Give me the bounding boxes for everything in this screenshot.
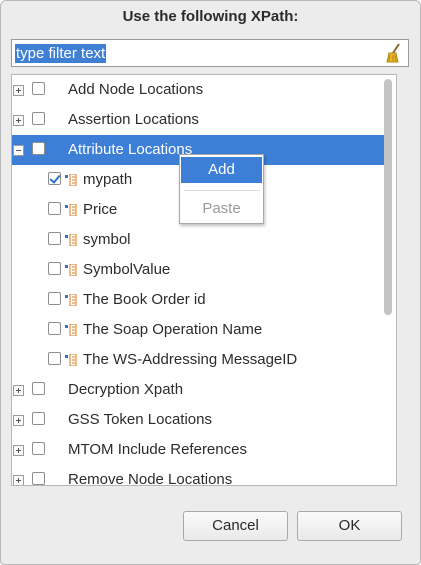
tree-item-book-order-id[interactable]: The Book Order id [12,285,385,315]
xpath-icon [65,263,77,277]
expand-icon[interactable] [13,85,24,96]
xpath-icon [65,293,77,307]
checkbox[interactable] [32,412,45,425]
tree-item-symbolvalue[interactable]: SymbolValue [12,255,385,285]
tree-item-label: GSS Token Locations [68,411,212,428]
context-menu: Add Paste [179,154,264,224]
tree-item-label: MTOM Include References [68,441,247,458]
ok-button[interactable]: OK [297,511,402,541]
expand-icon[interactable] [13,475,24,485]
checkbox[interactable] [32,472,45,485]
xpath-icon [65,233,77,247]
menu-item-paste[interactable]: Paste [181,196,262,222]
checkbox[interactable] [48,292,61,305]
dialog-title: Use the following XPath: [122,8,299,25]
tree-item-gss-token-locations[interactable]: GSS Token Locations [12,405,385,435]
checkbox[interactable] [48,352,61,365]
checkbox[interactable] [48,202,61,215]
tree-item-add-node-locations[interactable]: Add Node Locations [12,75,385,105]
tree-item-label: symbol [83,231,131,248]
xpath-icon [65,203,77,217]
checkbox[interactable] [32,82,45,95]
xpath-icon [65,353,77,367]
tree-item-label: The Soap Operation Name [83,321,263,338]
checkbox[interactable] [32,112,45,125]
tree-item-label: Decryption Xpath [68,381,184,398]
expand-icon[interactable] [13,445,24,456]
expand-icon[interactable] [13,385,24,396]
filter-input-text[interactable]: type filter text [15,44,107,63]
tree-item-label: The WS-Addressing MessageID [83,351,298,368]
tree-item-ws-addressing-messageid[interactable]: The WS-Addressing MessageID [12,345,385,375]
menu-separator [184,190,260,191]
tree-item-label: Attribute Locations [68,141,193,158]
tree-item-label: The Book Order id [83,291,206,308]
tree-item-soap-operation-name[interactable]: The Soap Operation Name [12,315,385,345]
expand-icon[interactable] [13,415,24,426]
checkbox[interactable] [48,262,61,275]
xpath-icon [65,173,77,187]
tree-item-mtom-include-references[interactable]: MTOM Include References [12,435,385,465]
tree-item-label: Assertion Locations [68,111,199,128]
broom-icon[interactable] [385,43,403,63]
xpath-dialog: Use the following XPath: type filter tex… [0,0,421,565]
tree-item-label: Remove Node Locations [68,471,233,486]
tree-item-label: SymbolValue [83,261,171,278]
checkbox[interactable] [48,232,61,245]
tree-item-decryption-xpath[interactable]: Decryption Xpath [12,375,385,405]
collapse-icon[interactable] [13,145,24,156]
xpath-icon [65,323,77,337]
checkbox[interactable] [32,142,45,155]
cancel-button[interactable]: Cancel [183,511,288,541]
tree-item-label: mypath [83,171,133,188]
tree-item-label: Add Node Locations [68,81,204,98]
checkbox-checked[interactable] [48,172,61,185]
expand-icon[interactable] [13,115,24,126]
tree-item-label: Price [83,201,118,218]
xpath-tree[interactable]: Add Node Locations Assertion Locations A… [11,74,397,486]
checkbox[interactable] [32,442,45,455]
checkbox[interactable] [32,382,45,395]
menu-item-add[interactable]: Add [181,157,262,183]
tree-item-remove-node-locations[interactable]: Remove Node Locations [12,465,385,486]
checkbox[interactable] [48,322,61,335]
tree-item-symbol[interactable]: symbol [12,225,385,255]
tree-item-assertion-locations[interactable]: Assertion Locations [12,105,385,135]
filter-input[interactable]: type filter text [11,39,409,67]
tree-scrollbar[interactable] [384,79,392,315]
